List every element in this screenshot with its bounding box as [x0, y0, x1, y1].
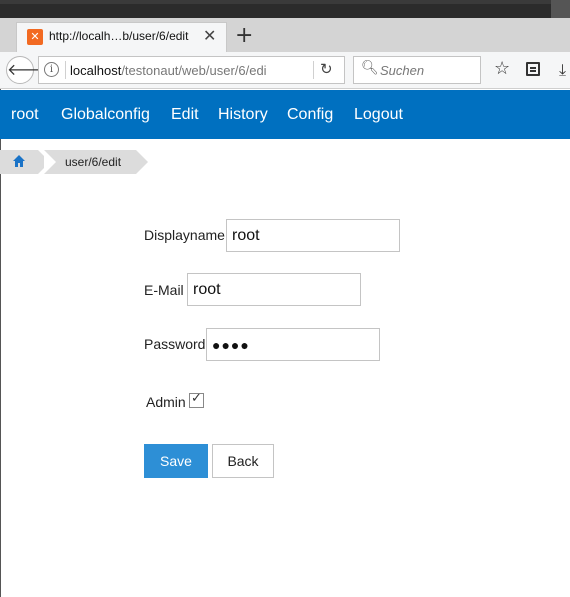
titlebar-corner [551, 0, 570, 18]
info-icon[interactable]: i [44, 62, 59, 77]
tab-close-icon[interactable]: ✕ [203, 26, 216, 45]
new-tab-button[interactable]: + [235, 23, 253, 48]
navigation-toolbar: 🡐 i localhost/testonaut/web/user/6/edi ↻… [0, 52, 570, 89]
url-path: /testonaut/web/user/6/edi [121, 63, 267, 78]
admin-checkbox[interactable]: ✓ [189, 391, 204, 408]
password-label: Password [144, 336, 206, 352]
password-input[interactable]: ●●●● [206, 328, 380, 361]
titlebar-edge [0, 0, 570, 4]
email-label: E-Mail [144, 282, 184, 298]
checkmark-icon: ✓ [191, 391, 202, 406]
url-host: localhost [70, 63, 122, 78]
menu-item-logout[interactable]: Logout [354, 106, 403, 124]
reload-divider [313, 61, 314, 79]
breadcrumb-page-label: user/6/edit [65, 155, 122, 169]
tab-title: http://localh…b/user/6/edit [49, 29, 189, 43]
search-icon: 🔍︎ [361, 60, 379, 76]
back-button[interactable]: Back [212, 444, 274, 478]
search-placeholder: Suchen [380, 63, 425, 78]
search-bar[interactable]: 🔍︎ Suchen [353, 56, 481, 84]
browser-back-button[interactable]: 🡐 [6, 56, 50, 84]
bookmark-star-icon[interactable]: ☆ [494, 58, 510, 79]
menu-item-config[interactable]: Config [287, 106, 333, 124]
app-menu-bar: root Globalconfig Edit History Config Lo… [0, 90, 570, 139]
bookmarks-library-icon[interactable] [526, 62, 540, 76]
home-icon [13, 155, 25, 167]
displayname-label: Displayname [144, 227, 225, 243]
displayname-input[interactable]: root [226, 219, 400, 252]
breadcrumb-current[interactable]: user/6/edit [44, 150, 148, 174]
admin-label: Admin [146, 394, 186, 410]
address-bar-divider [65, 61, 66, 79]
menu-item-edit[interactable]: Edit [171, 106, 199, 124]
save-button[interactable]: Save [144, 444, 208, 478]
email-input[interactable]: root [187, 273, 361, 306]
browser-tab[interactable]: ✕ http://localh…b/user/6/edit ✕ [16, 22, 227, 53]
address-bar[interactable]: i localhost/testonaut/web/user/6/edi ↻ [38, 56, 345, 84]
download-arrow-icon[interactable]: ⤓ [559, 60, 566, 80]
url-text[interactable]: localhost/testonaut/web/user/6/edi [70, 63, 267, 78]
menu-item-root[interactable]: root [11, 106, 39, 124]
reload-icon[interactable]: ↻ [320, 60, 333, 78]
breadcrumb-home[interactable] [0, 150, 50, 174]
menu-item-globalconfig[interactable]: Globalconfig [61, 106, 150, 124]
xampp-favicon-icon: ✕ [27, 29, 43, 45]
menu-item-history[interactable]: History [218, 106, 268, 124]
